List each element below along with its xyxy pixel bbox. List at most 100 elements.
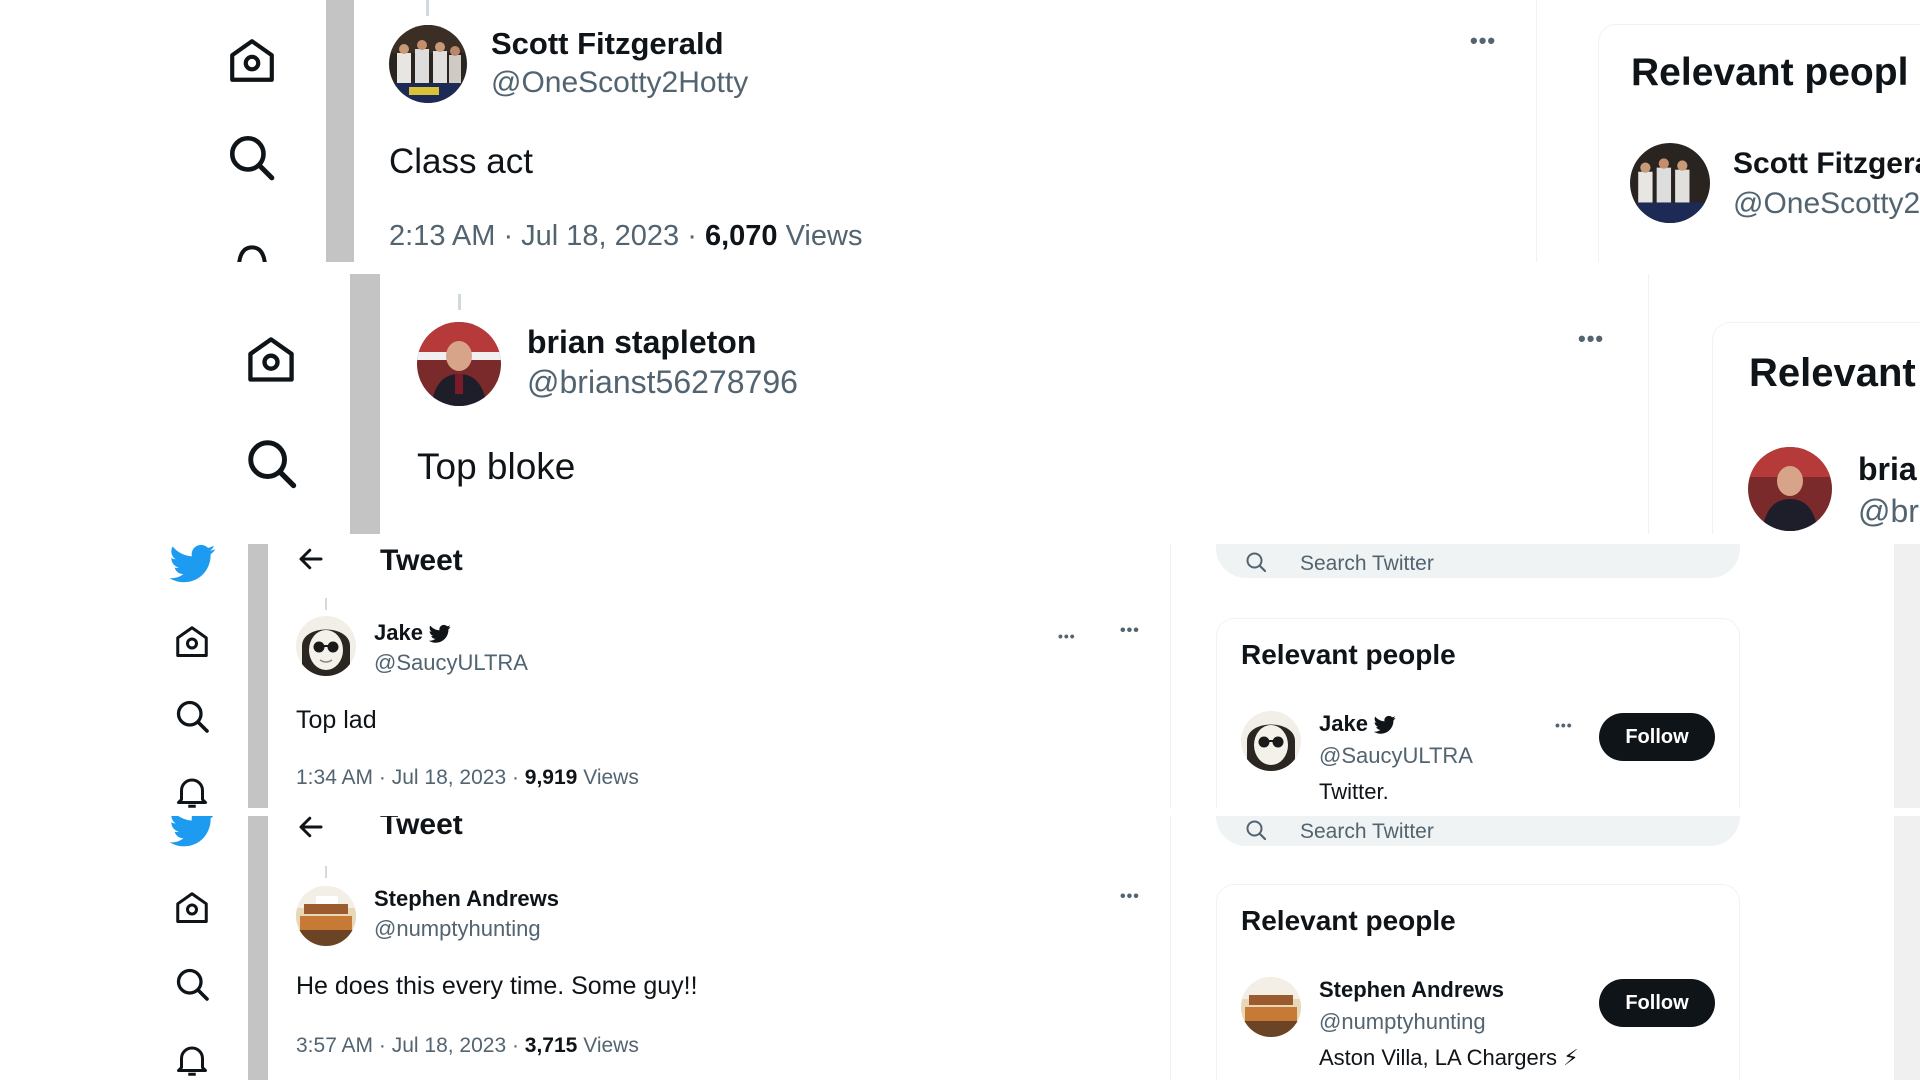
person-handle[interactable]: @SaucyULTRA — [1319, 743, 1473, 769]
thread-line — [426, 0, 429, 16]
tweet-timestamp[interactable]: 2:13 AM · Jul 18, 2023 · — [389, 220, 705, 252]
relevant-people-title: Relevant people — [1241, 639, 1456, 670]
tweet-text: Top bloke — [417, 446, 576, 487]
relevant-people-title: Relevant — [1749, 351, 1916, 395]
follow-button[interactable]: Follow — [1599, 979, 1715, 1027]
gray-bar — [248, 816, 268, 1080]
avatar[interactable] — [1241, 977, 1301, 1037]
notifications-icon[interactable] — [174, 1042, 210, 1078]
views-label: Views — [785, 220, 863, 252]
search-placeholder: Search Twitter — [1300, 552, 1434, 575]
relevant-people-title: Relevant people — [1241, 905, 1456, 936]
person-name[interactable]: Stephen Andrews — [1319, 977, 1504, 1003]
page-title: Tweet — [380, 816, 463, 841]
gray-bar — [1894, 816, 1920, 1080]
tweet-meta: 1:34 AM · Jul 18, 2023 · 9,919 Views — [296, 766, 639, 790]
notifications-icon[interactable] — [230, 234, 274, 262]
verified-badge-icon — [429, 620, 451, 645]
person-name[interactable]: Jake — [1319, 711, 1396, 737]
view-count: 6,070 — [704, 220, 778, 252]
person-bio: Aston Villa, LA Chargers ⚡ — [1319, 1045, 1579, 1070]
grok-menu-icon[interactable]: ••• — [1555, 717, 1573, 733]
search-icon — [1244, 550, 1268, 579]
views-label: Views — [583, 766, 639, 789]
person-handle[interactable]: @numptyhunting — [1319, 1009, 1486, 1035]
avatar[interactable] — [1241, 711, 1301, 771]
home-icon[interactable] — [174, 890, 210, 926]
avatar[interactable] — [296, 886, 356, 946]
screenshot-panel-1: Scott Fitzgerald @OneScotty2Hotty ••• Cl… — [0, 0, 1920, 262]
gray-bar — [248, 544, 268, 808]
relevant-people-card: Relevant bria @bri — [1712, 322, 1920, 534]
avatar[interactable] — [1748, 447, 1832, 531]
relevant-people-card: Relevant people Jake @SaucyULTRA Twitter… — [1216, 618, 1740, 808]
tweet-author-handle[interactable]: @OneScotty2Hotty — [491, 66, 748, 100]
more-options-icon[interactable]: ••• — [1120, 888, 1140, 906]
tweet-author-name[interactable]: brian stapleton — [527, 324, 756, 361]
page-title: Tweet — [380, 544, 463, 577]
relevant-people-card: Relevant peopl Scott Fitzgera @OneScotty… — [1598, 24, 1920, 262]
more-options-icon[interactable]: ••• — [1120, 622, 1140, 640]
views-label: Views — [583, 1034, 639, 1057]
search-icon[interactable] — [174, 966, 210, 1002]
tweet-text: He does this every time. Some guy!! — [296, 972, 698, 1000]
tweet-text: Class act — [389, 142, 533, 181]
follow-button[interactable]: Follow — [1599, 713, 1715, 761]
search-icon[interactable] — [244, 436, 298, 490]
gray-bar — [326, 0, 354, 262]
tweet-author-name[interactable]: Jake — [374, 620, 451, 646]
tweet-meta: 3:57 AM · Jul 18, 2023 · 3,715 Views — [296, 1034, 639, 1058]
person-handle[interactable]: @bri — [1858, 493, 1920, 530]
tweet-text: Top lad — [296, 706, 377, 734]
screenshot-panel-3: Tweet Jake @SaucyULTRA ••• ••• Top lad 1… — [0, 544, 1920, 808]
person-bio: Twitter. — [1319, 779, 1389, 804]
twitter-logo-icon[interactable] — [170, 544, 216, 584]
more-options-icon[interactable]: ••• — [1578, 326, 1604, 352]
tweet-timestamp[interactable]: 3:57 AM · Jul 18, 2023 · — [296, 1034, 525, 1057]
thread-line — [325, 598, 327, 610]
avatar[interactable] — [296, 616, 356, 676]
screenshot-panel-4: Tweet Stephen Andrews @numptyhunting •••… — [0, 816, 1920, 1080]
author-name-text: Jake — [374, 620, 423, 645]
view-count: 9,919 — [524, 766, 578, 789]
search-input[interactable]: Search Twitter — [1216, 816, 1740, 846]
search-icon — [1244, 818, 1268, 847]
home-icon[interactable] — [244, 334, 298, 386]
person-handle[interactable]: @OneScotty2 — [1733, 187, 1920, 221]
avatar[interactable] — [389, 25, 467, 103]
column-divider — [1648, 274, 1649, 534]
column-divider — [1170, 544, 1171, 808]
view-count: 3,715 — [524, 1034, 578, 1057]
home-icon[interactable] — [226, 36, 278, 86]
back-arrow-icon[interactable] — [296, 544, 326, 574]
avatar[interactable] — [417, 322, 501, 406]
tweet-meta: 2:13 AM · Jul 18, 2023 · 6,070 Views — [389, 220, 862, 253]
avatar[interactable] — [1630, 143, 1710, 223]
grok-menu-icon[interactable]: ••• — [1058, 628, 1076, 644]
back-arrow-icon[interactable] — [296, 816, 326, 838]
tweet-author-handle[interactable]: @brianst56278796 — [527, 364, 798, 401]
column-divider — [1170, 816, 1171, 1080]
home-icon[interactable] — [174, 624, 210, 660]
search-placeholder: Search Twitter — [1300, 820, 1434, 843]
screenshot-panel-2: brian stapleton @brianst56278796 ••• Top… — [0, 274, 1920, 534]
tweet-timestamp[interactable]: 1:34 AM · Jul 18, 2023 · — [296, 766, 525, 789]
person-name[interactable]: bria — [1858, 451, 1917, 488]
search-icon[interactable] — [226, 132, 276, 182]
person-name[interactable]: Scott Fitzgera — [1733, 147, 1920, 181]
tweet-author-handle[interactable]: @numptyhunting — [374, 916, 541, 942]
more-options-icon[interactable]: ••• — [1470, 28, 1496, 54]
thread-line — [325, 866, 327, 878]
verified-badge-icon — [1374, 711, 1396, 736]
search-input[interactable]: Search Twitter — [1216, 544, 1740, 578]
notifications-icon[interactable] — [174, 774, 210, 808]
relevant-people-title: Relevant peopl — [1631, 51, 1909, 94]
tweet-author-handle[interactable]: @SaucyULTRA — [374, 650, 528, 676]
twitter-logo-icon[interactable] — [170, 816, 216, 848]
gray-bar — [350, 274, 380, 534]
tweet-author-name[interactable]: Scott Fitzgerald — [491, 26, 724, 62]
thread-line — [458, 294, 461, 310]
search-icon[interactable] — [174, 698, 210, 734]
gray-bar — [1894, 544, 1920, 808]
tweet-author-name[interactable]: Stephen Andrews — [374, 886, 559, 912]
